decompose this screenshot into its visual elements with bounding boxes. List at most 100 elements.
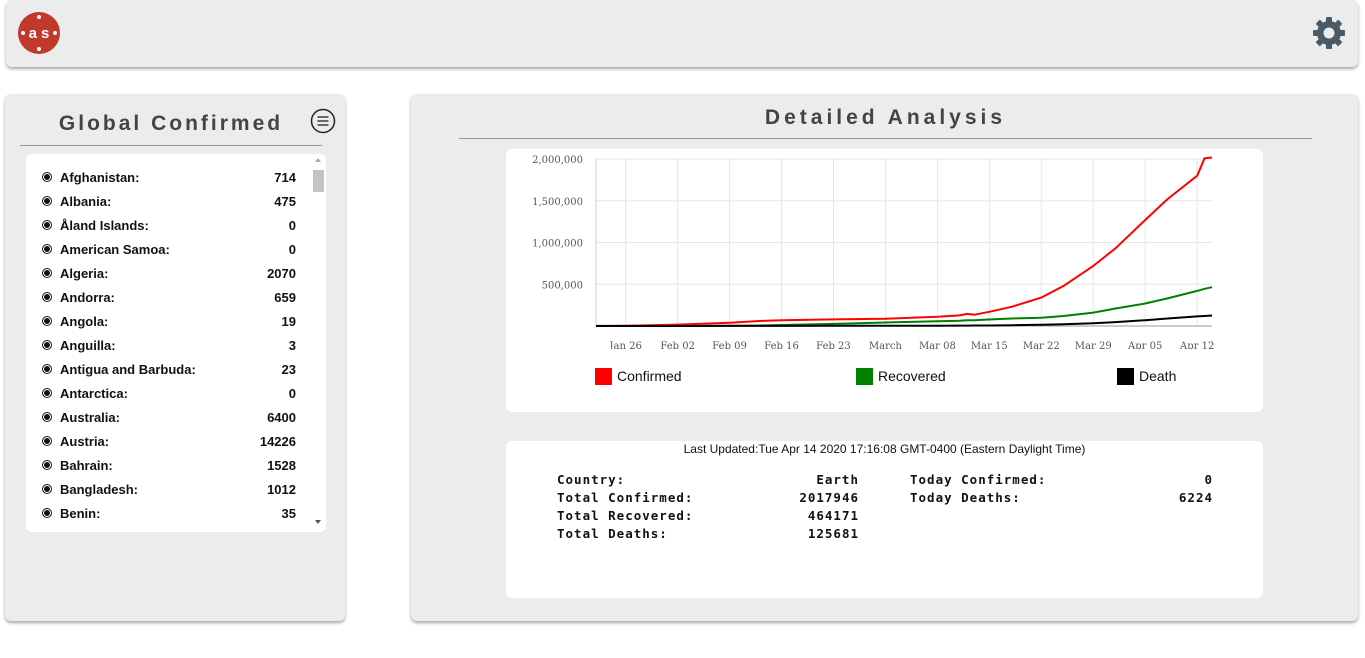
bullet-icon [44, 222, 50, 228]
list-item[interactable]: American Samoa: 0 [26, 238, 326, 262]
total-deaths-value: 125681 [807, 526, 859, 541]
x-tick-label: Feb 16 [764, 341, 799, 349]
y-tick-label: 2,000,000 [532, 155, 583, 166]
logo-dot [53, 31, 57, 35]
country-name: Australia: [60, 410, 120, 425]
country-name: Bangladesh: [60, 482, 139, 497]
logo-dot [21, 31, 25, 35]
bullet-icon [44, 390, 50, 396]
panel-title: Detailed Analysis [459, 104, 1312, 139]
list-item[interactable]: Albania: 475 [26, 190, 326, 214]
bullet-icon [44, 198, 50, 204]
x-tick-label: Feb 09 [712, 341, 747, 349]
x-tick-label: Mar 15 [971, 341, 1008, 349]
total-confirmed-value: 2017946 [799, 490, 859, 505]
legend-swatch [595, 368, 612, 385]
logo-text: as [28, 24, 54, 42]
legend-swatch [1117, 368, 1134, 385]
scroll-up-arrow-icon[interactable] [315, 158, 321, 162]
x-tick-label: Apr 12 [1179, 341, 1214, 349]
country-count: 14226 [259, 434, 296, 449]
app-logo[interactable]: as [18, 12, 60, 54]
country-count: 1012 [267, 482, 296, 497]
list-item[interactable]: Bangladesh: 1012 [26, 478, 326, 502]
bullet-icon [44, 414, 50, 420]
country-list: Afghanistan: 714 Albania: 475 Åland Island… [26, 154, 326, 526]
total-confirmed-label: Total Confirmed: [557, 490, 694, 505]
country-name: Austria: [60, 434, 110, 449]
bullet-icon [44, 246, 50, 252]
list-item[interactable]: Bahrain: 1528 [26, 454, 326, 478]
today-deaths-label: Today Deaths: [910, 490, 1021, 505]
list-item[interactable]: Andorra: 659 [26, 286, 326, 310]
legend-recovered[interactable]: Recovered [856, 368, 946, 385]
logo-dot [37, 47, 41, 51]
country-count: 3 [288, 338, 296, 353]
menu-lines-icon[interactable] [310, 108, 336, 134]
bullet-icon [44, 270, 50, 276]
bullet-icon [44, 462, 50, 468]
series-line-recovered [596, 286, 1213, 327]
list-item[interactable]: Afghanistan: 714 [26, 166, 326, 190]
chart-card: 500,000 1,000,000 1,500,000 2,000,000 Jan 26… [506, 149, 1263, 412]
legend-death[interactable]: Death [1117, 368, 1176, 385]
legend-confirmed[interactable]: Confirmed [595, 368, 682, 385]
panel-title: Global Confirmed [20, 110, 322, 146]
list-item[interactable]: Algeria: 2070 [26, 262, 326, 286]
country-count: 0 [288, 242, 296, 257]
list-item[interactable]: Åland Islands: 0 [26, 214, 326, 238]
country-name: Anguilla: [60, 338, 116, 353]
bullet-icon [44, 342, 50, 348]
bullet-icon [44, 486, 50, 492]
country-count: 2070 [267, 266, 296, 281]
legend-label: Death [1139, 368, 1177, 384]
x-tick-label: Mar 22 [1023, 341, 1060, 349]
x-tick-label: Jan 26 [609, 341, 642, 349]
x-tick-label: Feb 02 [660, 341, 695, 349]
country-count: 35 [281, 506, 296, 521]
series-line-confirmed [595, 156, 1213, 327]
country-value: Earth [816, 472, 859, 487]
bullet-icon [44, 510, 50, 516]
country-count: 19 [281, 314, 296, 329]
logo-dot [37, 15, 41, 19]
scroll-down-arrow-icon[interactable] [315, 520, 321, 524]
last-updated-text: Last Updated:Tue Apr 14 2020 17:16:08 GM… [683, 442, 1086, 456]
gear-icon[interactable] [1312, 16, 1346, 50]
country-name: American Samoa: [60, 242, 170, 257]
list-scrollbar[interactable] [311, 154, 326, 532]
list-item[interactable]: Antigua and Barbuda: 23 [26, 358, 326, 382]
country-name: Åland Islands: [60, 218, 149, 233]
country-name: Antigua and Barbuda: [60, 362, 196, 377]
country-name: Andorra: [60, 290, 115, 305]
list-item[interactable]: Antarctica: 0 [26, 382, 326, 406]
total-deaths-label: Total Deaths: [557, 526, 668, 541]
list-item[interactable]: Benin: 35 [26, 502, 326, 526]
country-count: 0 [288, 218, 296, 233]
stats-card: Last Updated:Tue Apr 14 2020 17:16:08 GM… [506, 441, 1263, 598]
bullet-icon [44, 438, 50, 444]
country-count: 659 [274, 290, 296, 305]
x-tick-label: March [869, 341, 903, 349]
line-chart: 500,000 1,000,000 1,500,000 2,000,000 Jan 26… [532, 155, 1214, 349]
today-confirmed-value: 0 [1204, 472, 1213, 487]
legend-label: Recovered [878, 368, 946, 384]
country-count: 6400 [267, 410, 296, 425]
country-list-box[interactable]: Afghanistan: 714 Albania: 475 Åland Island… [26, 154, 326, 532]
list-item[interactable]: Australia: 6400 [26, 406, 326, 430]
list-item[interactable]: Austria: 14226 [26, 430, 326, 454]
bullet-icon [44, 366, 50, 372]
today-deaths-value: 6224 [1178, 490, 1213, 505]
country-count: 23 [281, 362, 296, 377]
bullet-icon [44, 174, 50, 180]
list-item[interactable]: Angola: 19 [26, 310, 326, 334]
scroll-thumb[interactable] [313, 170, 324, 192]
list-item[interactable]: Anguilla: 3 [26, 334, 326, 358]
country-count: 1528 [267, 458, 296, 473]
country-name: Afghanistan: [60, 170, 140, 185]
country-name: Albania: [60, 194, 112, 209]
total-recovered-value: 464171 [807, 508, 859, 523]
x-tick-label: Feb 23 [816, 341, 851, 349]
total-recovered-label: Total Recovered: [557, 508, 694, 523]
country-label: Country: [557, 472, 626, 487]
